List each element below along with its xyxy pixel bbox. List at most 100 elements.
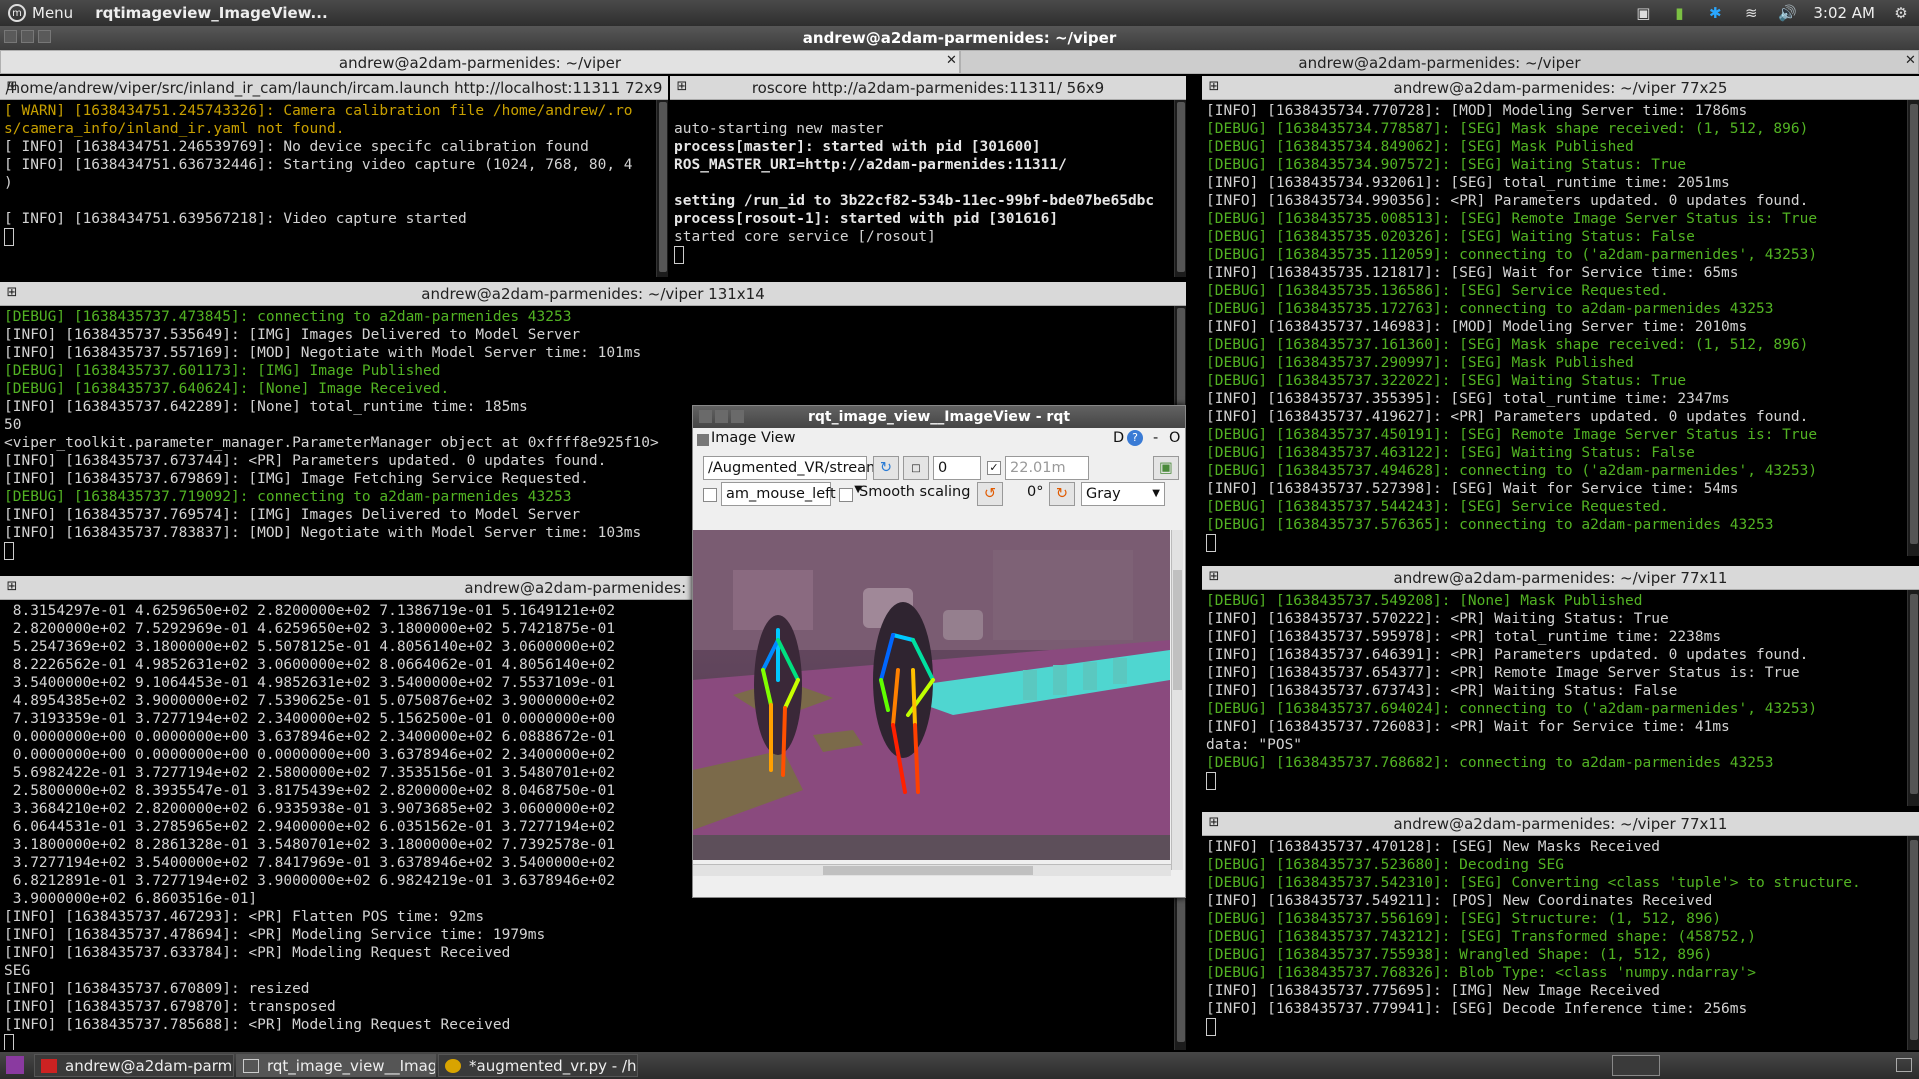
terminal-output[interactable]: [INFO] [1638435737.470128]: [SEG] New Ma… bbox=[1202, 836, 1907, 1050]
terminal-line: [INFO] [1638435737.654377]: <PR] Remote … bbox=[1206, 665, 1800, 681]
terminal-menu-icon[interactable]: ⊞ bbox=[4, 285, 20, 301]
terminal-menu-icon[interactable]: ⊞ bbox=[4, 579, 20, 595]
volume-icon[interactable]: 🔊 bbox=[1777, 4, 1797, 22]
taskbar-item-terminal[interactable]: andrew@a2dam-parm... bbox=[34, 1054, 234, 1077]
active-app-title: rqtimageview_ImageView... bbox=[95, 4, 328, 22]
close-plugin-button[interactable]: O bbox=[1169, 430, 1180, 446]
terminal-menu-icon[interactable]: ⊞ bbox=[4, 79, 20, 95]
terminal-line: [DEBUG] [1638435737.743212]: [SEG] Trans… bbox=[1206, 929, 1756, 945]
terminal-line: [DEBUG] [1638435735.172763]: connecting … bbox=[1206, 301, 1774, 317]
color-scheme-select[interactable]: Gray ▼ bbox=[1081, 482, 1165, 506]
taskbar-item-editor[interactable]: *augmented_vr.py - /ho... bbox=[438, 1054, 638, 1077]
scrollbar-thumb[interactable] bbox=[1173, 570, 1182, 690]
smooth-scaling-label: Smooth scaling bbox=[859, 484, 971, 500]
screenshot-icon[interactable]: ▣ bbox=[1633, 4, 1653, 22]
rqt-title-bar[interactable]: rqt_image_view__ImageView - rqt bbox=[693, 406, 1185, 428]
pane-title-text: andrew@a2dam-parmenides: ~/vi bbox=[464, 579, 722, 597]
desktop-icon[interactable] bbox=[1896, 1058, 1912, 1072]
close-window-button[interactable] bbox=[699, 410, 712, 423]
save-image-button[interactable]: ▣ bbox=[1153, 456, 1179, 480]
terminal-line: [INFO] [1638435737.775695]: [IMG] New Im… bbox=[1206, 983, 1660, 999]
image-hscrollbar[interactable] bbox=[693, 864, 1171, 876]
terminal-right-3[interactable]: ⊞ andrew@a2dam-parmenides: ~/viper 77x11 … bbox=[1202, 812, 1919, 1050]
terminal-line: [DEBUG] [1638435737.322022]: [SEG] Waiti… bbox=[1206, 373, 1687, 389]
clock[interactable]: 3:02 AM bbox=[1813, 4, 1875, 22]
terminal-output[interactable]: [ WARN] [1638434751.245743326]: Camera c… bbox=[0, 100, 656, 277]
show-desktop-icon[interactable] bbox=[6, 1056, 24, 1074]
rotate-left-button[interactable]: ↺ bbox=[977, 482, 1003, 506]
gear-icon[interactable]: ⚙ bbox=[1891, 4, 1911, 22]
terminal-menu-icon[interactable]: ⊞ bbox=[1206, 79, 1222, 95]
scrollbar[interactable] bbox=[1174, 100, 1186, 277]
smooth-scaling-checkbox[interactable] bbox=[839, 488, 853, 502]
menu-button[interactable]: m Menu bbox=[0, 4, 81, 22]
terminal-line: auto-starting new master bbox=[674, 121, 884, 137]
topic-select[interactable]: /Augmented_VR/stream ▼ bbox=[703, 456, 880, 495]
close-window-button[interactable] bbox=[4, 30, 17, 43]
rotation-label: 0° bbox=[1027, 484, 1044, 500]
terminal-line: [INFO] [1638435737.419627]: <PR] Paramet… bbox=[1206, 409, 1809, 425]
pane-title-text: andrew@a2dam-parmenides: ~/viper 77x11 bbox=[1393, 815, 1728, 833]
scrollbar[interactable] bbox=[656, 100, 668, 277]
bluetooth-icon[interactable]: ✱ bbox=[1705, 4, 1725, 22]
terminal-output[interactable]: auto-starting new master process[master]:… bbox=[670, 100, 1174, 277]
workspace-switcher[interactable] bbox=[1612, 1055, 1660, 1076]
minimize-plugin-button[interactable]: - bbox=[1153, 430, 1158, 446]
scrollbar-thumb[interactable] bbox=[1177, 102, 1185, 272]
terminal-output[interactable]: [DEBUG] [1638435737.549208]: [None] Mask… bbox=[1202, 590, 1907, 806]
num-gridlines-spinbox[interactable]: 0 bbox=[933, 456, 981, 480]
terminal-right-1[interactable]: ⊞ andrew@a2dam-parmenides: ~/viper 77x25 … bbox=[1202, 76, 1919, 556]
pane-title: ⊞/home/andrew/viper/src/inland_ir_cam/la… bbox=[0, 76, 668, 100]
taskbar-item-rqt[interactable]: rqt_image_view__Imag... bbox=[236, 1054, 436, 1077]
scrollbar-thumb[interactable] bbox=[823, 866, 1033, 875]
zoom-1-button[interactable]: □ bbox=[903, 456, 929, 480]
wifi-icon[interactable]: ≋ bbox=[1741, 4, 1761, 22]
maximize-window-button[interactable] bbox=[38, 30, 51, 43]
image-vscrollbar[interactable] bbox=[1171, 530, 1183, 870]
menu-label: Menu bbox=[32, 4, 74, 22]
terminal-line: [DEBUG] [1638435737.640624]: [None] Imag… bbox=[4, 381, 450, 397]
terminal-line: [INFO] [1638435737.673743]: <PR] Waiting… bbox=[1206, 683, 1678, 699]
help-icon[interactable]: ? bbox=[1127, 430, 1143, 446]
scrollbar[interactable] bbox=[1907, 100, 1919, 556]
scrollbar[interactable] bbox=[1907, 590, 1919, 806]
terminal-cursor bbox=[4, 1034, 14, 1050]
tab-1[interactable]: andrew@a2dam-parmenides: ~/viper bbox=[0, 50, 960, 74]
terminal-menu-icon[interactable]: ⊞ bbox=[1206, 569, 1222, 585]
close-tab-2-icon[interactable]: ✕ bbox=[1905, 50, 1916, 72]
publish-mouse-checkbox[interactable] bbox=[703, 488, 717, 502]
terminal-right-2[interactable]: ⊞ andrew@a2dam-parmenides: ~/viper 77x11 … bbox=[1202, 566, 1919, 806]
scrollbar-thumb[interactable] bbox=[1910, 840, 1918, 1040]
scrollbar-thumb[interactable] bbox=[1910, 594, 1918, 794]
scrollbar-thumb[interactable] bbox=[1910, 104, 1918, 544]
minimize-window-button[interactable] bbox=[21, 30, 34, 43]
terminal-line: [INFO] [1638435737.557169]: [MOD] Negoti… bbox=[4, 345, 642, 361]
terminal-line: [DEBUG] [1638435737.755938]: Wrangled Sh… bbox=[1206, 947, 1713, 963]
terminal-line: [INFO] [1638435737.570222]: <PR] Waiting… bbox=[1206, 611, 1669, 627]
minimize-window-button[interactable] bbox=[715, 410, 728, 423]
terminal-menu-icon[interactable]: ⊞ bbox=[674, 79, 690, 95]
terminal-line: [DEBUG] [1638435737.694024]: connecting … bbox=[1206, 701, 1818, 717]
rotate-right-button[interactable]: ↻ bbox=[1049, 482, 1075, 506]
terminal-output[interactable]: [INFO] [1638435734.770728]: [MOD] Modeli… bbox=[1202, 100, 1907, 556]
close-tab-1-icon[interactable]: ✕ bbox=[946, 50, 957, 72]
scrollbar[interactable] bbox=[1907, 836, 1919, 1050]
scrollbar-thumb[interactable] bbox=[659, 102, 667, 272]
terminal-line: [DEBUG] [1638435737.576365]: connecting … bbox=[1206, 517, 1774, 533]
segmentation-pose-image[interactable] bbox=[693, 530, 1170, 860]
dynamic-range-checkbox[interactable]: ✓ bbox=[987, 461, 1001, 475]
terminal-menu-icon[interactable]: ⊞ bbox=[1206, 815, 1222, 831]
terminal-line: [ WARN] [1638434751.245743326]: Camera c… bbox=[4, 103, 633, 119]
dock-button[interactable]: D bbox=[1113, 430, 1124, 446]
tab-bar: andrew@a2dam-parmenides: ~/viper ✕ andre… bbox=[0, 50, 1919, 74]
terminal-launch[interactable]: ⊞/home/andrew/viper/src/inland_ir_cam/la… bbox=[0, 76, 668, 277]
max-range-value: 22.01m bbox=[1010, 460, 1066, 476]
refresh-topics-button[interactable]: ↻ bbox=[873, 456, 899, 480]
nvidia-icon[interactable]: ▮ bbox=[1669, 4, 1689, 22]
mouse-topic-input[interactable]: am_mouse_left bbox=[721, 482, 836, 506]
max-range-spinbox[interactable]: 22.01m bbox=[1005, 456, 1089, 480]
taskbar-item-label: andrew@a2dam-parm... bbox=[65, 1057, 234, 1075]
maximize-window-button[interactable] bbox=[731, 410, 744, 423]
tab-2[interactable]: andrew@a2dam-parmenides: ~/viper bbox=[960, 50, 1919, 74]
terminal-roscore[interactable]: ⊞ roscore http://a2dam-parmenides:11311/ … bbox=[670, 76, 1186, 277]
